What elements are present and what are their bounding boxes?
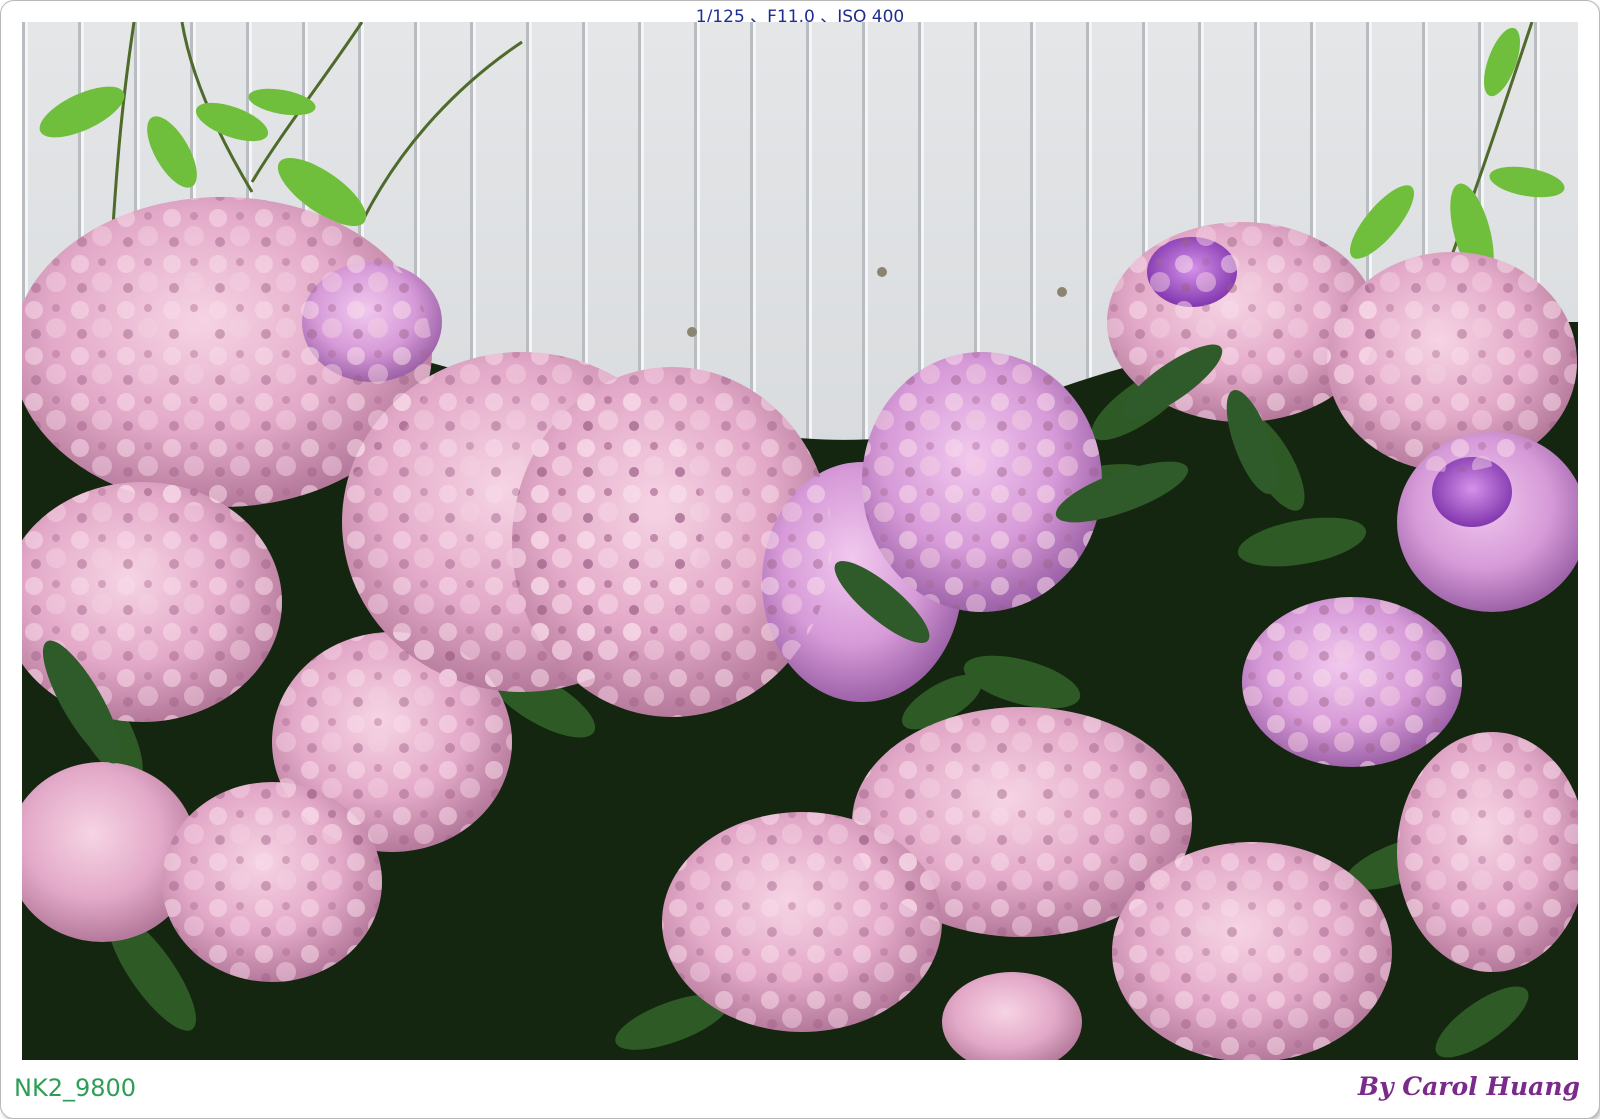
flower-photo-illustration bbox=[22, 22, 1578, 1060]
photographer-signature: By Carol Huang bbox=[1357, 1072, 1580, 1101]
filename-label: NK2_9800 bbox=[14, 1074, 137, 1102]
photo bbox=[22, 22, 1578, 1060]
